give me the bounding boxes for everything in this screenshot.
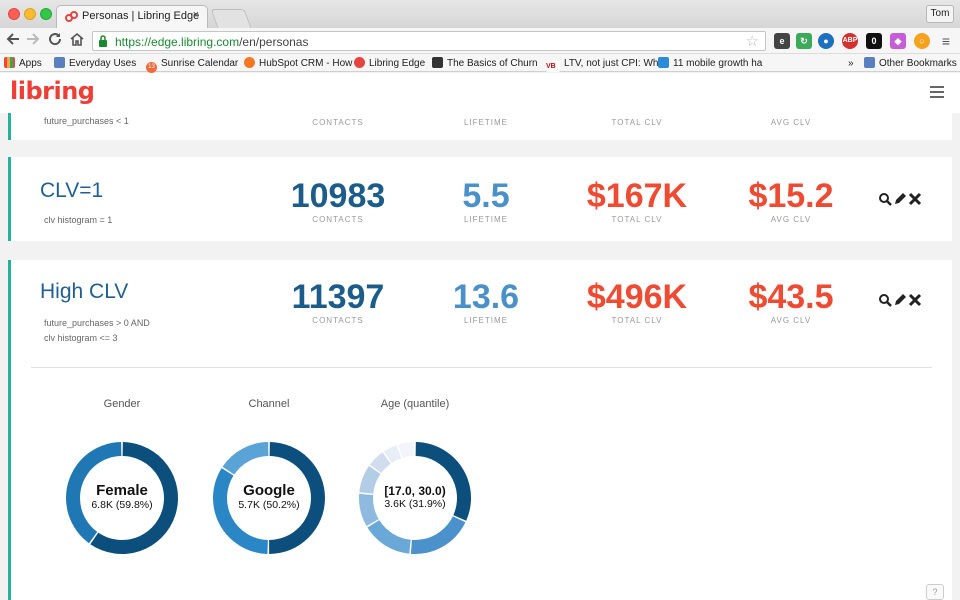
persona-rule: future_purchases < 1 (44, 116, 129, 126)
donut-segment[interactable] (367, 520, 411, 554)
edit-pencil-icon[interactable] (893, 293, 907, 307)
search-icon[interactable] (878, 192, 892, 206)
bookmark-hubspot[interactable]: HubSpot CRM - How (244, 57, 352, 71)
browser-tab-active[interactable]: Personas | Libring Edge × (56, 5, 208, 28)
persona-rule-line-2: clv histogram <= 3 (44, 333, 118, 343)
libring-favicon-icon (65, 10, 78, 23)
contacts-metric: 10983 CONTACTS (290, 177, 386, 224)
extension-dark-icon[interactable]: 0 (866, 33, 882, 49)
donut-segment[interactable] (398, 442, 415, 458)
search-icon[interactable] (878, 293, 892, 307)
url-path-part: /en/personas (239, 35, 309, 49)
libring-logo[interactable]: libring (10, 77, 95, 105)
avg-clv-metric: $43.5 AVG CLV (748, 278, 834, 325)
bookmark-mobile-growth[interactable]: 11 mobile growth ha (658, 57, 762, 71)
persona-card-partial: future_purchases < 1 CONTACTS LIFETIME T… (8, 113, 952, 140)
lifetime-label: LIFETIME (463, 118, 508, 127)
persona-card-clv1: CLV=1 clv histogram = 1 10983 CONTACTS 5.… (8, 157, 952, 241)
bookmark-ltv-not-just-cpi[interactable]: VB LTV, not just CPI: Wh (546, 57, 658, 72)
sunrise-icon: 13 (146, 62, 157, 73)
app-header: libring (0, 73, 960, 113)
bookmark-everyday-uses[interactable]: Everyday Uses (54, 57, 136, 71)
tab-close-icon[interactable]: × (193, 9, 199, 21)
help-button[interactable]: ? (926, 584, 944, 600)
persona-rule-line-1: future_purchases > 0 AND (44, 318, 150, 328)
browser-menu-icon[interactable]: ≡ (938, 33, 954, 49)
persona-name[interactable]: CLV=1 (40, 179, 103, 203)
bookmark-star-icon[interactable]: ☆ (746, 32, 759, 50)
hamburger-menu-icon[interactable] (930, 86, 944, 98)
apps-grid-icon (4, 57, 15, 68)
extension-circle-icon[interactable]: ● (818, 33, 834, 49)
donut-title-gender: Gender (103, 398, 141, 410)
folder-icon (864, 57, 875, 68)
bookmark-libring-edge[interactable]: Libring Edge (354, 57, 425, 71)
delete-x-icon[interactable] (908, 293, 922, 307)
browser-toolbar: https://edge.libring.com/en/personas ☆ e… (0, 28, 960, 54)
back-arrow-icon[interactable] (6, 32, 20, 51)
donut-title-channel: Channel (248, 398, 290, 410)
extension-adblock-icon[interactable]: ABP (842, 33, 858, 49)
contacts-metric: 11397 CONTACTS (291, 278, 385, 325)
avg-clv-metric: $15.2 AVG CLV (748, 177, 834, 224)
libring-icon (354, 57, 365, 68)
extension-tag-icon[interactable]: ◆ (890, 33, 906, 49)
forward-arrow-icon[interactable] (26, 32, 40, 51)
total-clv-metric: $167K TOTAL CLV (586, 177, 688, 224)
donut-segment[interactable] (410, 516, 466, 554)
growth-icon (658, 57, 669, 68)
persona-name[interactable]: High CLV (40, 280, 128, 304)
persona-rule: clv histogram = 1 (44, 215, 113, 225)
close-window-button[interactable] (8, 8, 20, 20)
card-divider (31, 367, 932, 368)
contacts-label: CONTACTS (312, 118, 364, 127)
persona-card-high-clv: High CLV future_purchases > 0 AND clv hi… (8, 260, 952, 600)
total-clv-label: TOTAL CLV (611, 118, 663, 127)
lock-icon (99, 35, 107, 47)
address-bar[interactable]: https://edge.libring.com/en/personas ☆ (92, 31, 766, 51)
avg-clv-label: AVG CLV (770, 118, 812, 127)
url-secure-part: https://edge.libring.com (115, 35, 240, 49)
minimize-window-button[interactable] (24, 8, 36, 20)
bookmarks-bar: Apps Everyday Uses 13 Sunrise Calendar Hu… (0, 54, 960, 73)
total-clv-metric: $496K TOTAL CLV (586, 278, 688, 325)
tab-title: Personas | Libring Edge (82, 10, 200, 22)
donut-label-channel: Google 5.7K (50.2%) (238, 482, 300, 511)
bookmarks-overflow-chevron[interactable]: » (848, 57, 854, 71)
bookmark-other-bookmarks[interactable]: Other Bookmarks (864, 57, 957, 71)
maximize-window-button[interactable] (40, 8, 52, 20)
lifetime-metric: 13.6 LIFETIME (452, 278, 520, 325)
vb-icon: VB (546, 61, 560, 72)
churn-icon (432, 57, 443, 68)
persona-actions (878, 192, 926, 208)
bookmark-basics-of-churn[interactable]: The Basics of Churn (432, 57, 538, 71)
donut-segment[interactable] (222, 442, 269, 475)
folder-icon (54, 57, 65, 68)
reload-icon[interactable] (48, 32, 62, 51)
delete-x-icon[interactable] (908, 192, 922, 206)
extension-evernote-icon[interactable]: e (774, 33, 790, 49)
donut-label-gender: Female 6.8K (59.8%) (91, 482, 153, 511)
donut-label-age: [17.0, 30.0) 3.6K (31.9%) (384, 484, 446, 510)
extension-orange-icon[interactable]: ○ (914, 33, 930, 49)
browser-titlebar: Personas | Libring Edge × Tom (0, 0, 960, 28)
edit-pencil-icon[interactable] (893, 192, 907, 206)
new-tab-button[interactable] (210, 9, 252, 28)
profile-button[interactable]: Tom (926, 5, 954, 23)
app-content: libring future_purchases < 1 CONTACTS LI… (0, 73, 960, 600)
donut-title-age: Age (quantile) (380, 398, 450, 410)
donut-segment[interactable] (213, 468, 268, 554)
bookmark-sunrise-calendar[interactable]: 13 Sunrise Calendar (146, 57, 238, 73)
extension-sync-icon[interactable]: ↻ (796, 33, 812, 49)
hubspot-icon (244, 57, 255, 68)
bookmark-apps[interactable]: Apps (4, 57, 42, 71)
home-icon[interactable] (70, 32, 84, 51)
lifetime-metric: 5.5 LIFETIME (462, 177, 510, 224)
persona-actions (878, 293, 926, 309)
